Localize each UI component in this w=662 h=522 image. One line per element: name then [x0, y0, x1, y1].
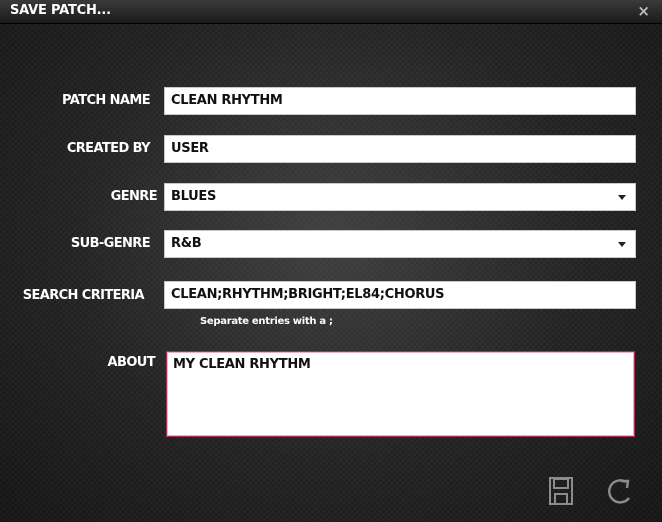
- sub-genre-value: R&B: [171, 236, 202, 251]
- refresh-icon: [608, 479, 630, 504]
- chevron-down-icon[interactable]: [618, 195, 626, 200]
- patch-name-label: PATCH NAME: [62, 93, 151, 108]
- sub-genre-label: SUB-GENRE: [70, 236, 151, 251]
- about-label: ABOUT: [107, 355, 156, 370]
- title-bar[interactable]: SAVE PATCH... ×: [0, 0, 662, 24]
- chevron-down-icon[interactable]: [618, 242, 626, 247]
- search-criteria-value: CLEAN;RHYTHM;BRIGHT;EL84;CHORUS: [171, 287, 445, 302]
- save-patch-dialog: SAVE PATCH... × PATCH NAME CLEAN RHYTHM …: [0, 0, 662, 522]
- patch-name-value: CLEAN RHYTHM: [171, 93, 283, 108]
- sub-genre-select[interactable]: R&B: [164, 230, 636, 258]
- reset-button[interactable]: [605, 477, 635, 507]
- created-by-label: CREATED BY: [66, 141, 151, 156]
- save-button[interactable]: [548, 476, 574, 506]
- search-criteria-input[interactable]: CLEAN;RHYTHM;BRIGHT;EL84;CHORUS: [164, 281, 636, 309]
- patch-name-input[interactable]: CLEAN RHYTHM: [164, 87, 636, 115]
- floppy-disk-icon: [549, 477, 573, 505]
- genre-label: GENRE: [110, 189, 158, 204]
- created-by-value: USER: [171, 141, 209, 156]
- search-criteria-hint: Separate entries with a ;: [200, 316, 333, 327]
- created-by-input[interactable]: USER: [164, 135, 636, 163]
- about-value: MY CLEAN RHYTHM: [173, 357, 311, 372]
- close-icon[interactable]: ×: [637, 2, 650, 20]
- about-textarea[interactable]: MY CLEAN RHYTHM: [166, 351, 635, 437]
- genre-value: BLUES: [171, 189, 217, 204]
- genre-select[interactable]: BLUES: [164, 183, 636, 211]
- search-criteria-label: SEARCH CRITERIA: [22, 288, 145, 303]
- dialog-title: SAVE PATCH...: [10, 3, 111, 18]
